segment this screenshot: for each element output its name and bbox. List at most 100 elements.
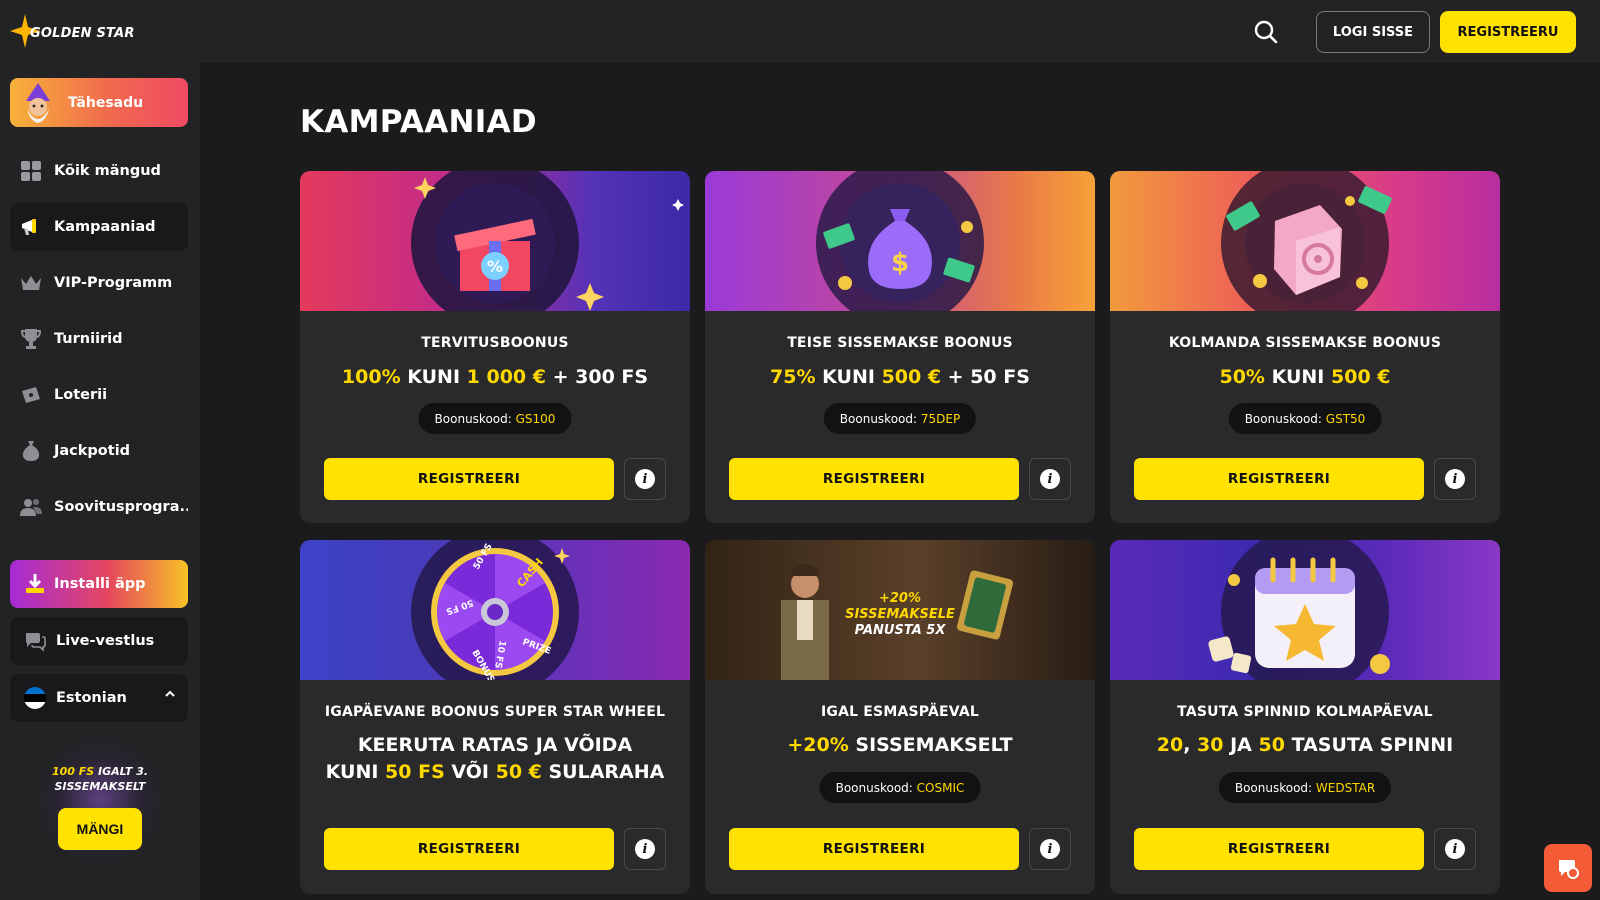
bonus-code-badge: Boonuskood: 75DEP [823, 403, 977, 434]
sidebar-item-turniirid[interactable]: Turniirid [10, 315, 188, 363]
promo-title: IGAPÄEVANE BOONUS SUPER STAR WHEEL [324, 704, 666, 720]
bonus-code-badge: Boonuskood: GST50 [1228, 403, 1382, 434]
live-chat-button[interactable]: Live-vestlus [10, 617, 188, 665]
offer-segment: + 50 FS [941, 366, 1030, 388]
support-chat-button[interactable] [1544, 844, 1592, 892]
grid-icon [20, 160, 42, 182]
promo-offer: 50% KUNI 500 € [1110, 364, 1500, 391]
sidebar-item-label: Loterii [54, 387, 108, 403]
register-button[interactable]: REGISTREERI [324, 828, 614, 870]
top-header: LOGI SISSE REGISTREERU [200, 0, 1600, 63]
megaphone-icon [20, 216, 42, 238]
promo-title: KOLMANDA SISSEMAKSE BOONUS [1168, 335, 1442, 351]
offer-segment: 20 [1156, 734, 1184, 756]
promo-offer: 75% KUNI 500 € + 50 FS [705, 364, 1095, 391]
sidebar-item-label: Turniirid [54, 331, 123, 347]
install-app-label: Installi äpp [54, 576, 146, 592]
promo-offer: +20% SISSEMAKSELT [705, 732, 1095, 759]
sidebar-item-label: Kõik mängud [54, 163, 161, 179]
promo-title: TERVITUSBOONUS [421, 335, 569, 351]
offer-segment: , [1183, 734, 1198, 756]
info-button[interactable]: i [624, 458, 666, 500]
install-app-button[interactable]: Installi äpp [10, 560, 188, 608]
info-button[interactable]: i [1029, 458, 1071, 500]
sidebar-item-label: VIP-Programm [54, 275, 173, 291]
promo-offer: 100% KUNI 1 000 € + 300 FS [300, 364, 690, 391]
offer-segment: 75% [770, 366, 816, 388]
search-icon[interactable] [1254, 20, 1278, 44]
play-button[interactable]: MÄNGI [58, 808, 142, 850]
offer-segment: + 300 FS [545, 366, 649, 388]
download-icon [26, 574, 44, 593]
sidebar: GOLDEN STAR Tähesadu Kõik mängud Kampaan… [0, 0, 200, 900]
promo-title: IGAL ESMASPÄEVAL [820, 704, 980, 720]
offer-segment: 500 € [881, 366, 942, 388]
language-label: Estonian [56, 690, 127, 706]
offer-segment: TASUTA SPINNI [1284, 734, 1454, 756]
sidebar-item-label: Jackpotid [54, 443, 131, 459]
offer-segment: 30 [1197, 734, 1224, 756]
ticket-icon [20, 384, 42, 406]
page-title: KAMPAANIAD [300, 104, 537, 140]
sidebar-item-loterii[interactable]: Loterii [10, 371, 188, 419]
sidebar-item-jackpotid[interactable]: Jackpotid [10, 427, 188, 475]
info-icon: i [1040, 469, 1060, 489]
sidebar-item-vip[interactable]: VIP-Programm [10, 259, 188, 307]
login-button[interactable]: LOGI SISSE [1316, 11, 1430, 53]
chevron-up-icon [165, 690, 175, 697]
register-button[interactable]: REGISTREERI [729, 458, 1019, 500]
info-button[interactable]: i [624, 828, 666, 870]
register-button[interactable]: REGISTREERI [1134, 828, 1424, 870]
info-icon: i [635, 469, 655, 489]
sidebar-item-kampaaniad[interactable]: Kampaaniad [10, 203, 188, 251]
sidebar-item-koik-mangud[interactable]: Kõik mängud [10, 147, 188, 195]
wizard-icon [18, 81, 58, 125]
info-icon: i [1445, 469, 1465, 489]
offer-line: KUNI 50 FS VÕI 50 € SULARAHA [300, 759, 690, 786]
offer-segment: VÕI [444, 761, 496, 783]
promo-title: TEISE SISSEMAKSE BOONUS [787, 335, 1013, 351]
offer-segment: 100% [341, 366, 401, 388]
promo-offer: 20, 30 JA 50 TASUTA SPINNI [1110, 732, 1500, 759]
promo-banner-image: +20% SISSEMAKSELE PANUSTA 5X [705, 540, 1095, 680]
bonus-code-badge: Boonuskood: WEDSTAR [1218, 772, 1392, 803]
chat-bubbles-icon [26, 633, 46, 652]
register-button[interactable]: REGISTREERI [324, 458, 614, 500]
offer-segment: KEERUTA RATAS JA VÕIDA [357, 734, 633, 756]
promo-banner-image: % [300, 171, 690, 311]
promo-tahesadu-button[interactable]: Tähesadu [10, 78, 188, 127]
banner-text: PANUSTA 5X [855, 623, 947, 638]
offer-line: KEERUTA RATAS JA VÕIDA [300, 732, 690, 759]
register-button[interactable]: REGISTREERI [1134, 458, 1424, 500]
offer-segment: JA [1223, 734, 1259, 756]
info-button[interactable]: i [1434, 828, 1476, 870]
promo-label: Tähesadu [68, 94, 144, 111]
sidebar-nav: Kõik mängud Kampaaniad VIP-Programm Turn… [10, 147, 188, 539]
bonus-code-badge: Boonuskood: COSMIC [819, 772, 981, 803]
offer-segment: 50 FS [385, 761, 445, 783]
promo-card-wednesday: TASUTA SPINNID KOLMAPÄEVAL 20, 30 JA 50 … [1110, 540, 1500, 894]
info-button[interactable]: i [1434, 458, 1476, 500]
promo-banner-image [1110, 540, 1500, 680]
language-selector[interactable]: Estonian [10, 674, 188, 722]
info-icon: i [1445, 839, 1465, 859]
register-button[interactable]: REGISTREERI [729, 828, 1019, 870]
register-button[interactable]: REGISTREERU [1440, 11, 1576, 53]
promo-offer: KEERUTA RATAS JA VÕIDA KUNI 50 FS VÕI 50 … [300, 732, 690, 786]
info-button[interactable]: i [1029, 828, 1071, 870]
offer-segment: SISSEMAKSELT [848, 734, 1013, 756]
offer-segment: KUNI [815, 366, 882, 388]
promo-banner-image: CASH PRIZE BONUS 10 FS 50 FS 50 FS [300, 540, 690, 680]
offer-segment: KUNI [1264, 366, 1331, 388]
promo-banner-image [1110, 171, 1500, 311]
svg-text:$: $ [891, 248, 909, 278]
crown-icon [20, 272, 42, 294]
logo[interactable]: GOLDEN STAR [10, 14, 170, 50]
offer-segment: 50% [1219, 366, 1265, 388]
promo-card-monday: +20% SISSEMAKSELE PANUSTA 5X IGAL ESMASP… [705, 540, 1095, 894]
info-icon: i [635, 839, 655, 859]
promo-card-third-deposit: KOLMANDA SISSEMAKSE BOONUS 50% KUNI 500 … [1110, 171, 1500, 523]
logo-text: GOLDEN STAR [30, 26, 135, 41]
sidebar-item-soovitusprogramm[interactable]: Soovitusprogra... [10, 483, 188, 531]
side-promo-text: 100 FS IGALT 3. SISSEMAKSELT [51, 765, 149, 793]
